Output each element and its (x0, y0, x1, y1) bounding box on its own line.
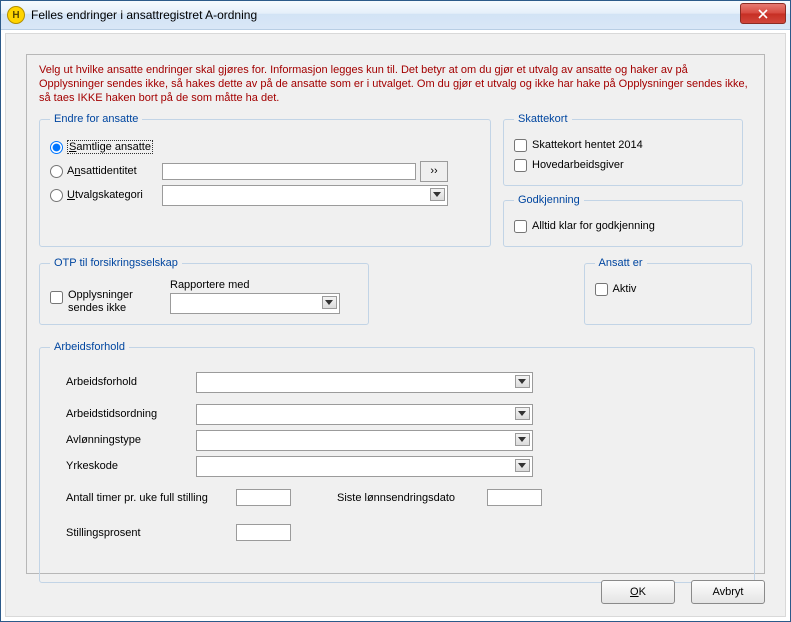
input-ansattidentitet[interactable] (162, 163, 416, 180)
group-godkjenning: Godkjenning Alltid klar for godkjenning (503, 194, 743, 247)
label-opplysninger-sendes-ikke: Opplysninger sendes ikke (68, 289, 170, 315)
label-samtlige-ansatte[interactable]: Samtlige ansatte (67, 140, 153, 154)
label-yrkeskode: Yrkeskode (50, 460, 196, 472)
group-skattekort: Skattekort Skattekort hentet 2014 Hoveda… (503, 113, 743, 186)
chevron-down-icon (518, 437, 526, 442)
label-aktiv: Aktiv (613, 283, 637, 295)
check-alltid-klar[interactable] (514, 220, 527, 233)
dialog-footer: OK Avbryt (601, 580, 765, 604)
group-ansatt-er: Ansatt er Aktiv (584, 257, 752, 325)
close-button[interactable] (740, 3, 786, 24)
group-otp: OTP til forsikringsselskap Opplysninger … (39, 257, 369, 325)
legend-skattekort: Skattekort (514, 113, 572, 125)
label-stillingsprosent: Stillingsprosent (66, 527, 236, 539)
check-aktiv[interactable] (595, 283, 608, 296)
label-alltid-klar: Alltid klar for godkjenning (532, 220, 655, 232)
label-siste-lonnsendringsdato: Siste lønnsendringsdato (337, 492, 487, 504)
group-endre-for-ansatte: Endre for ansatte Samtlige ansatte Ansat… (39, 113, 491, 247)
check-hovedarbeidsgiver[interactable] (514, 159, 527, 172)
dropdown-arbeidsforhold[interactable] (196, 372, 533, 393)
cancel-button[interactable]: Avbryt (691, 580, 765, 604)
titlebar: H Felles endringer i ansattregistret A-o… (1, 1, 790, 30)
input-antall-timer[interactable] (236, 489, 291, 506)
dropdown-utvalgskategori[interactable] (162, 185, 448, 206)
label-avlonningstype: Avlønningstype (50, 434, 196, 446)
dropdown-avlonningstype[interactable] (196, 430, 533, 451)
chevron-down-icon (433, 192, 441, 197)
main-panel: Velg ut hvilke ansatte endringer skal gj… (26, 54, 765, 574)
ansattidentitet-browse-button[interactable]: ›› (420, 161, 448, 182)
check-skattekort-hentet[interactable] (514, 139, 527, 152)
input-stillingsprosent[interactable] (236, 524, 291, 541)
app-icon: H (7, 6, 25, 24)
chevron-down-icon (325, 300, 333, 305)
legend-godkjenning: Godkjenning (514, 194, 584, 206)
label-rapportere-med: Rapportere med (170, 279, 340, 291)
input-siste-lonnsendringsdato[interactable] (487, 489, 542, 506)
check-opplysninger-sendes-ikke[interactable] (50, 291, 63, 304)
label-arbeidsforhold: Arbeidsforhold (50, 376, 196, 388)
label-antall-timer: Antall timer pr. uke full stilling (66, 492, 236, 504)
label-utvalgskategori[interactable]: Utvalgskategori (67, 189, 162, 201)
dropdown-yrkeskode[interactable] (196, 456, 533, 477)
group-arbeidsforhold: Arbeidsforhold Arbeidsforhold Arbeidstid… (39, 341, 755, 583)
chevron-down-icon (518, 411, 526, 416)
legend-ansatt-er: Ansatt er (595, 257, 647, 269)
radio-samtlige-ansatte[interactable] (50, 141, 63, 154)
chevron-down-icon (518, 463, 526, 468)
label-skattekort-hentet: Skattekort hentet 2014 (532, 139, 643, 151)
label-arbeidstidsordning: Arbeidstidsordning (50, 408, 196, 420)
warning-text: Velg ut hvilke ansatte endringer skal gj… (39, 63, 752, 105)
close-icon (758, 9, 768, 19)
legend-endre: Endre for ansatte (50, 113, 142, 125)
dropdown-arbeidstidsordning[interactable] (196, 404, 533, 425)
client-area: Velg ut hvilke ansatte endringer skal gj… (5, 33, 786, 617)
radio-utvalgskategori[interactable] (50, 189, 63, 202)
dropdown-rapportere-med[interactable] (170, 293, 340, 314)
window-title: Felles endringer i ansattregistret A-ord… (31, 8, 257, 22)
legend-otp: OTP til forsikringsselskap (50, 257, 182, 269)
label-hovedarbeidsgiver: Hovedarbeidsgiver (532, 159, 624, 171)
chevrons-right-icon: ›› (430, 165, 437, 177)
radio-ansattidentitet[interactable] (50, 165, 63, 178)
window-frame: H Felles endringer i ansattregistret A-o… (0, 0, 791, 622)
chevron-down-icon (518, 379, 526, 384)
ok-button[interactable]: OK (601, 580, 675, 604)
legend-arbeidsforhold: Arbeidsforhold (50, 341, 129, 353)
label-ansattidentitet[interactable]: Ansattidentitet (67, 165, 162, 177)
